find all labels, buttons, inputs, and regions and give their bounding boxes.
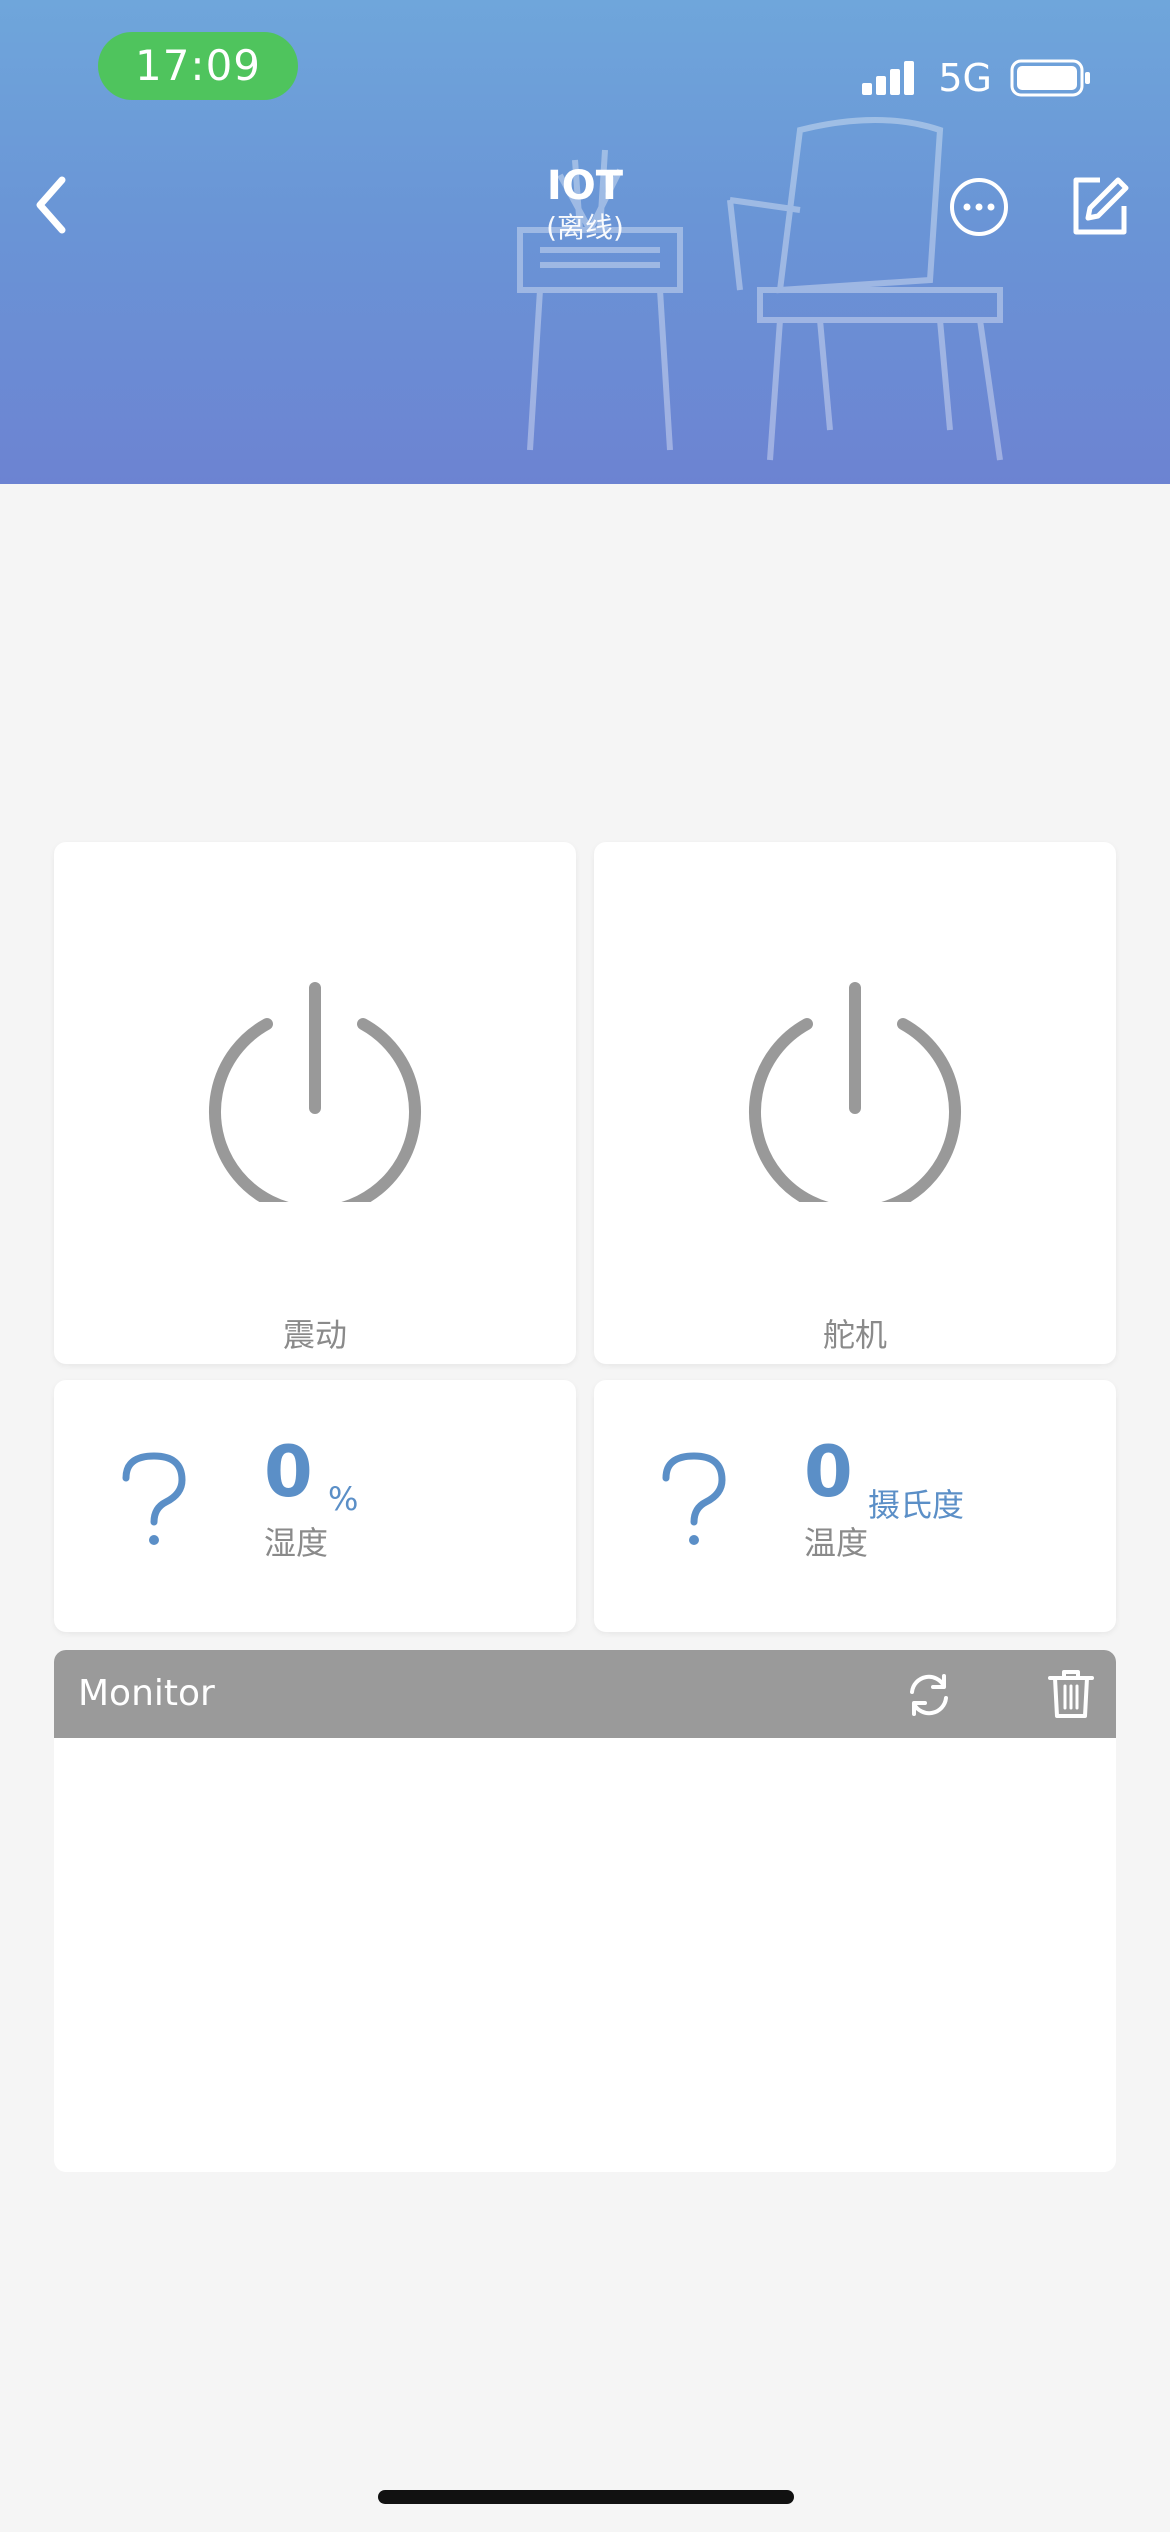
sensor-card-humidity: 0 % 湿度 <box>54 1380 576 1632</box>
header-banner: 17:09 5G IOT (离线) <box>0 0 1170 484</box>
power-icon[interactable] <box>745 982 965 1202</box>
question-icon <box>662 1452 726 1545</box>
monitor-log-area[interactable] <box>54 1738 1116 2172</box>
question-icon <box>122 1452 186 1545</box>
sensor-unit: 摄氏度 <box>868 1486 965 1524</box>
device-status: (离线) <box>546 211 624 244</box>
furniture-illustration <box>517 117 1003 461</box>
edit-icon[interactable] <box>1068 174 1132 238</box>
device-title-block: IOT (离线) <box>385 162 785 246</box>
switch-card-servo[interactable]: 舵机 <box>594 842 1116 1364</box>
more-options-icon[interactable] <box>948 176 1010 238</box>
home-indicator[interactable] <box>378 2490 794 2504</box>
switch-card-vibration[interactable]: 震动 <box>54 842 576 1364</box>
sensor-card-temperature: 0 摄氏度 温度 <box>594 1380 1116 1632</box>
power-icon[interactable] <box>205 982 425 1202</box>
sensor-name: 温度 <box>804 1524 869 1562</box>
signal-icon <box>862 61 915 95</box>
trash-icon[interactable] <box>1048 1668 1094 1720</box>
monitor-panel: Monitor <box>54 1650 1116 2172</box>
battery-icon <box>1010 59 1090 97</box>
sensor-value: 0 <box>804 1431 853 1513</box>
network-type: 5G <box>938 56 992 100</box>
sensor-unit: % <box>328 1480 359 1518</box>
sensor-value: 0 <box>264 1431 313 1513</box>
sensor-name: 湿度 <box>264 1524 329 1562</box>
monitor-header: Monitor <box>54 1650 1116 1738</box>
switch-label: 舵机 <box>822 1316 887 1354</box>
switch-label: 震动 <box>282 1316 347 1354</box>
monitor-title: Monitor <box>78 1673 215 1714</box>
status-time: 17:09 <box>98 32 298 100</box>
page-title: IOT <box>546 163 624 209</box>
back-arrow-icon[interactable] <box>20 170 90 240</box>
refresh-icon[interactable] <box>904 1670 954 1720</box>
status-indicators: 5G <box>860 54 1092 102</box>
